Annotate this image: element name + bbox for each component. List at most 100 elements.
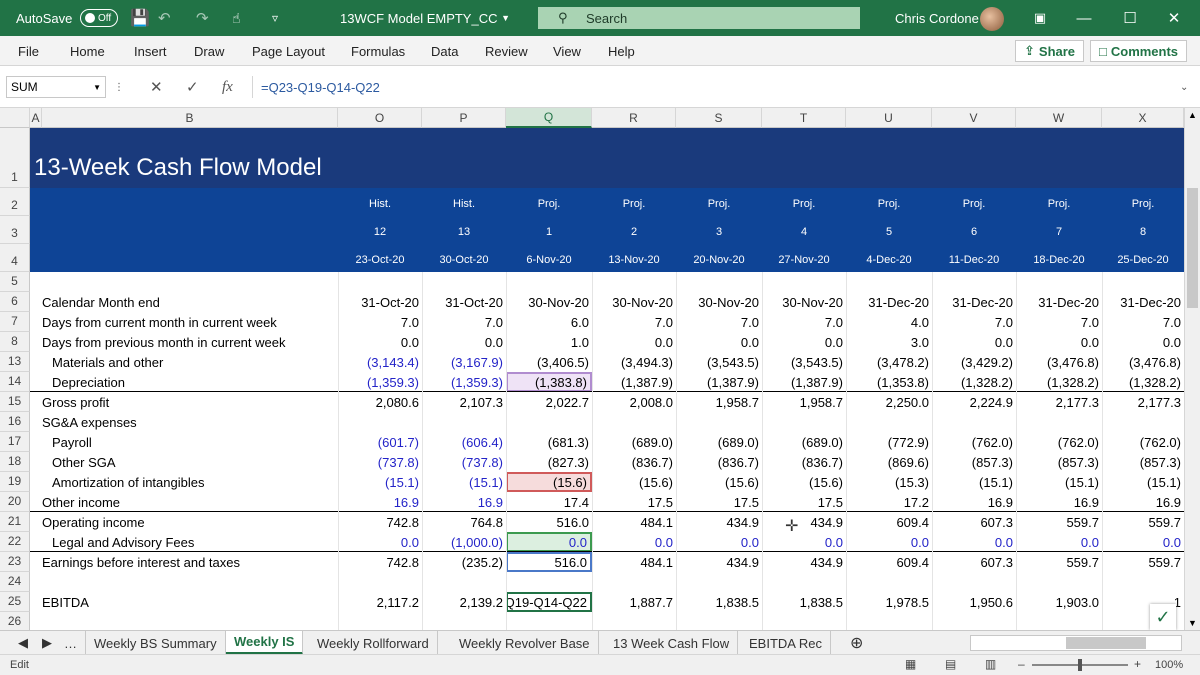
user-name[interactable]: Chris Cordone	[895, 0, 979, 36]
table-cell[interactable]: 0.0	[932, 532, 1016, 552]
sheet-tab-weekly-rollforward[interactable]: Weekly Rollforward	[309, 631, 438, 655]
row-header-8[interactable]: 8	[0, 332, 30, 352]
table-cell[interactable]: 2,250.0	[846, 392, 932, 412]
zoom-out-icon[interactable]: –	[1018, 657, 1025, 671]
table-cell[interactable]: 31-Oct-20	[338, 292, 422, 312]
table-cell[interactable]: 31-Dec-20	[846, 292, 932, 312]
table-cell[interactable]: (836.7)	[762, 452, 846, 472]
table-cell[interactable]: 0.0	[592, 332, 676, 352]
search-box[interactable]: ⚲ Search	[538, 7, 860, 29]
vertical-scrollbar[interactable]: ▲ ▼	[1184, 108, 1200, 630]
tab-file[interactable]: File	[18, 36, 39, 66]
row-label[interactable]: EBITDA	[42, 592, 338, 612]
table-cell[interactable]: (15.3)	[846, 472, 932, 492]
row-label[interactable]: Materials and other	[52, 352, 338, 372]
table-cell[interactable]: 7.0	[422, 312, 506, 332]
minimize-icon[interactable]: —	[1064, 0, 1104, 36]
table-cell[interactable]: (857.3)	[1102, 452, 1184, 472]
table-cell[interactable]: Q19-Q14-Q22	[506, 592, 592, 612]
maximize-icon[interactable]: ☐	[1110, 0, 1150, 36]
table-cell[interactable]: 1,838.5	[762, 592, 846, 612]
table-cell[interactable]: 2,008.0	[592, 392, 676, 412]
column-header-p[interactable]: P	[422, 108, 506, 128]
table-cell[interactable]: (3,543.5)	[676, 352, 762, 372]
row-label[interactable]: SG&A expenses	[42, 412, 338, 432]
table-cell[interactable]: (606.4)	[422, 432, 506, 452]
table-cell[interactable]: 17.4	[506, 492, 592, 512]
table-cell[interactable]: (836.7)	[676, 452, 762, 472]
table-cell[interactable]: 30-Nov-20	[506, 292, 592, 312]
table-cell[interactable]: 2,139.2	[422, 592, 506, 612]
table-cell[interactable]: 2,117.2	[338, 592, 422, 612]
table-cell[interactable]: 607.3	[932, 512, 1016, 532]
table-cell[interactable]: 1,950.6	[932, 592, 1016, 612]
table-cell[interactable]: 1,887.7	[592, 592, 676, 612]
tab-page-layout[interactable]: Page Layout	[252, 36, 325, 66]
table-cell[interactable]: (3,494.3)	[592, 352, 676, 372]
table-cell[interactable]: 17.5	[592, 492, 676, 512]
row-label[interactable]: Days from previous month in current week	[42, 332, 338, 352]
row-header-19[interactable]: 19	[0, 472, 30, 492]
row-header-14[interactable]: 14	[0, 372, 30, 392]
sheet-tab-weekly-bs-summary[interactable]: Weekly BS Summary	[86, 631, 226, 655]
zoom-level[interactable]: 100%	[1155, 659, 1183, 671]
column-header-b[interactable]: B	[42, 108, 338, 128]
table-cell[interactable]: (689.0)	[676, 432, 762, 452]
table-cell[interactable]: (15.1)	[338, 472, 422, 492]
table-cell[interactable]: 17.5	[762, 492, 846, 512]
table-cell[interactable]: (869.6)	[846, 452, 932, 472]
row-header-21[interactable]: 21	[0, 512, 30, 532]
column-header-x[interactable]: X	[1102, 108, 1184, 128]
page-layout-view-icon[interactable]: ▤	[945, 657, 956, 671]
table-cell[interactable]: 16.9	[1016, 492, 1102, 512]
formula-input[interactable]: =Q23-Q19-Q14-Q22	[252, 76, 1176, 98]
table-cell[interactable]: 742.8	[338, 512, 422, 532]
row-header-22[interactable]: 22	[0, 532, 30, 552]
table-cell[interactable]: 7.0	[1102, 312, 1184, 332]
select-all-corner[interactable]	[0, 108, 30, 128]
share-button[interactable]: ⇪ Share	[1015, 40, 1085, 62]
table-cell[interactable]: (1,387.9)	[592, 372, 676, 392]
tab-draw[interactable]: Draw	[194, 36, 224, 66]
sheet-tab-ebitda-rec[interactable]: EBITDA Rec	[741, 631, 831, 655]
table-cell[interactable]: 4.0	[846, 312, 932, 332]
normal-view-icon[interactable]: ▦	[905, 657, 916, 671]
table-cell[interactable]: 516.0	[506, 552, 592, 572]
touch-mode-icon[interactable]: ☝	[232, 0, 241, 36]
scroll-up-icon[interactable]: ▲	[1188, 110, 1197, 120]
table-cell[interactable]: 30-Nov-20	[762, 292, 846, 312]
row-header-26[interactable]: 26	[0, 612, 30, 630]
row-label[interactable]: Gross profit	[42, 392, 338, 412]
table-cell[interactable]: 2,224.9	[932, 392, 1016, 412]
table-cell[interactable]: 2,080.6	[338, 392, 422, 412]
table-cell[interactable]: 434.9	[762, 512, 846, 532]
table-cell[interactable]: (15.6)	[506, 472, 592, 492]
table-cell[interactable]: 0.0	[762, 332, 846, 352]
table-cell[interactable]: 764.8	[422, 512, 506, 532]
table-cell[interactable]: (689.0)	[762, 432, 846, 452]
spreadsheet-grid[interactable]: A B O P Q R S T U V W X 13-Week Cash Flo…	[0, 108, 1184, 630]
table-cell[interactable]: (762.0)	[1016, 432, 1102, 452]
tab-view[interactable]: View	[553, 36, 581, 66]
undo-icon[interactable]: ↶	[158, 0, 171, 36]
add-sheet-icon[interactable]: ⊕	[842, 631, 871, 655]
zoom-in-icon[interactable]: +	[1134, 657, 1141, 671]
table-cell[interactable]: 609.4	[846, 552, 932, 572]
table-cell[interactable]	[1016, 412, 1102, 432]
table-cell[interactable]: 31-Dec-20	[1102, 292, 1184, 312]
table-cell[interactable]: 559.7	[1102, 552, 1184, 572]
comments-button[interactable]: □ Comments	[1090, 40, 1188, 62]
row-header-20[interactable]: 20	[0, 492, 30, 512]
table-cell[interactable]: 434.9	[676, 512, 762, 532]
tab-insert[interactable]: Insert	[134, 36, 167, 66]
row-label[interactable]: Other SGA	[52, 452, 338, 472]
table-cell[interactable]: (3,167.9)	[422, 352, 506, 372]
column-header-w[interactable]: W	[1016, 108, 1102, 128]
table-cell[interactable]: (762.0)	[932, 432, 1016, 452]
table-cell[interactable]: 7.0	[1016, 312, 1102, 332]
table-cell[interactable]	[762, 412, 846, 432]
table-cell[interactable]: (3,429.2)	[932, 352, 1016, 372]
page-break-view-icon[interactable]: ▥	[985, 657, 996, 671]
row-header-15[interactable]: 15	[0, 392, 30, 412]
scroll-thumb[interactable]	[1187, 188, 1198, 308]
